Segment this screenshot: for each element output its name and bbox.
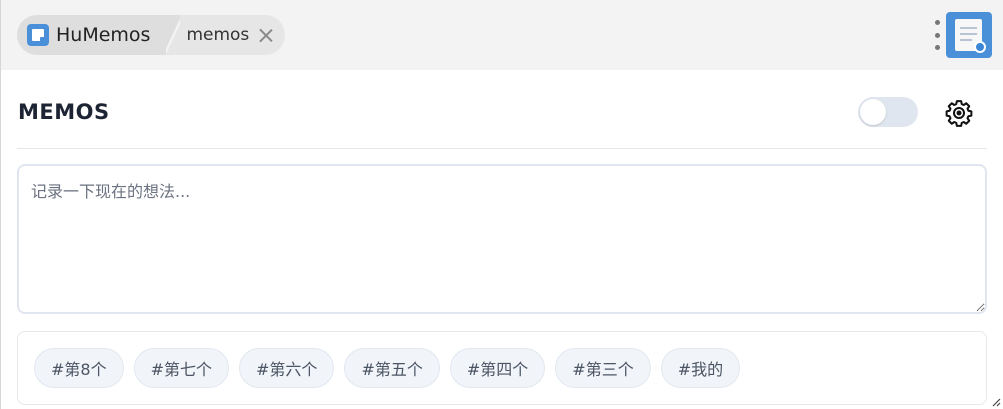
tab-label: memos (186, 25, 250, 45)
close-icon[interactable] (259, 28, 273, 42)
memo-note-icon (27, 24, 49, 46)
tab-bar: HuMemos memos (1, 0, 1003, 70)
section-divider (17, 148, 987, 149)
tag-chip[interactable]: #第四个 (449, 348, 546, 388)
tag-chip[interactable]: #第三个 (555, 348, 651, 388)
tag-chip[interactable]: #第六个 (239, 348, 335, 388)
note-app-icon[interactable] (946, 12, 992, 58)
toggle-knob (860, 99, 886, 125)
mode-toggle[interactable] (858, 97, 918, 127)
breadcrumb-separator (166, 15, 181, 55)
more-vertical-icon[interactable] (933, 20, 941, 50)
gear-icon[interactable] (944, 98, 974, 128)
breadcrumb: HuMemos memos (17, 15, 286, 55)
app-name: HuMemos (56, 24, 151, 46)
tab-memos[interactable]: memos (180, 15, 286, 55)
resize-grip-icon[interactable] (991, 397, 1001, 407)
tag-chip[interactable]: #第七个 (133, 348, 230, 388)
tag-list: #第8个 #第七个 #第六个 #第五个 #第四个 #第三个 #我的 (34, 348, 741, 388)
memo-input[interactable] (17, 164, 987, 314)
tag-chip[interactable]: #我的 (660, 348, 741, 388)
tag-chip[interactable]: #第五个 (344, 348, 440, 388)
page-title: MEMOS (18, 100, 110, 124)
tag-chip[interactable]: #第8个 (34, 348, 124, 388)
app-window: HuMemos memos MEMOS #第8 (0, 0, 1003, 409)
breadcrumb-app[interactable]: HuMemos (17, 15, 167, 55)
tag-panel: #第8个 #第七个 #第六个 #第五个 #第四个 #第三个 #我的 (17, 331, 987, 405)
